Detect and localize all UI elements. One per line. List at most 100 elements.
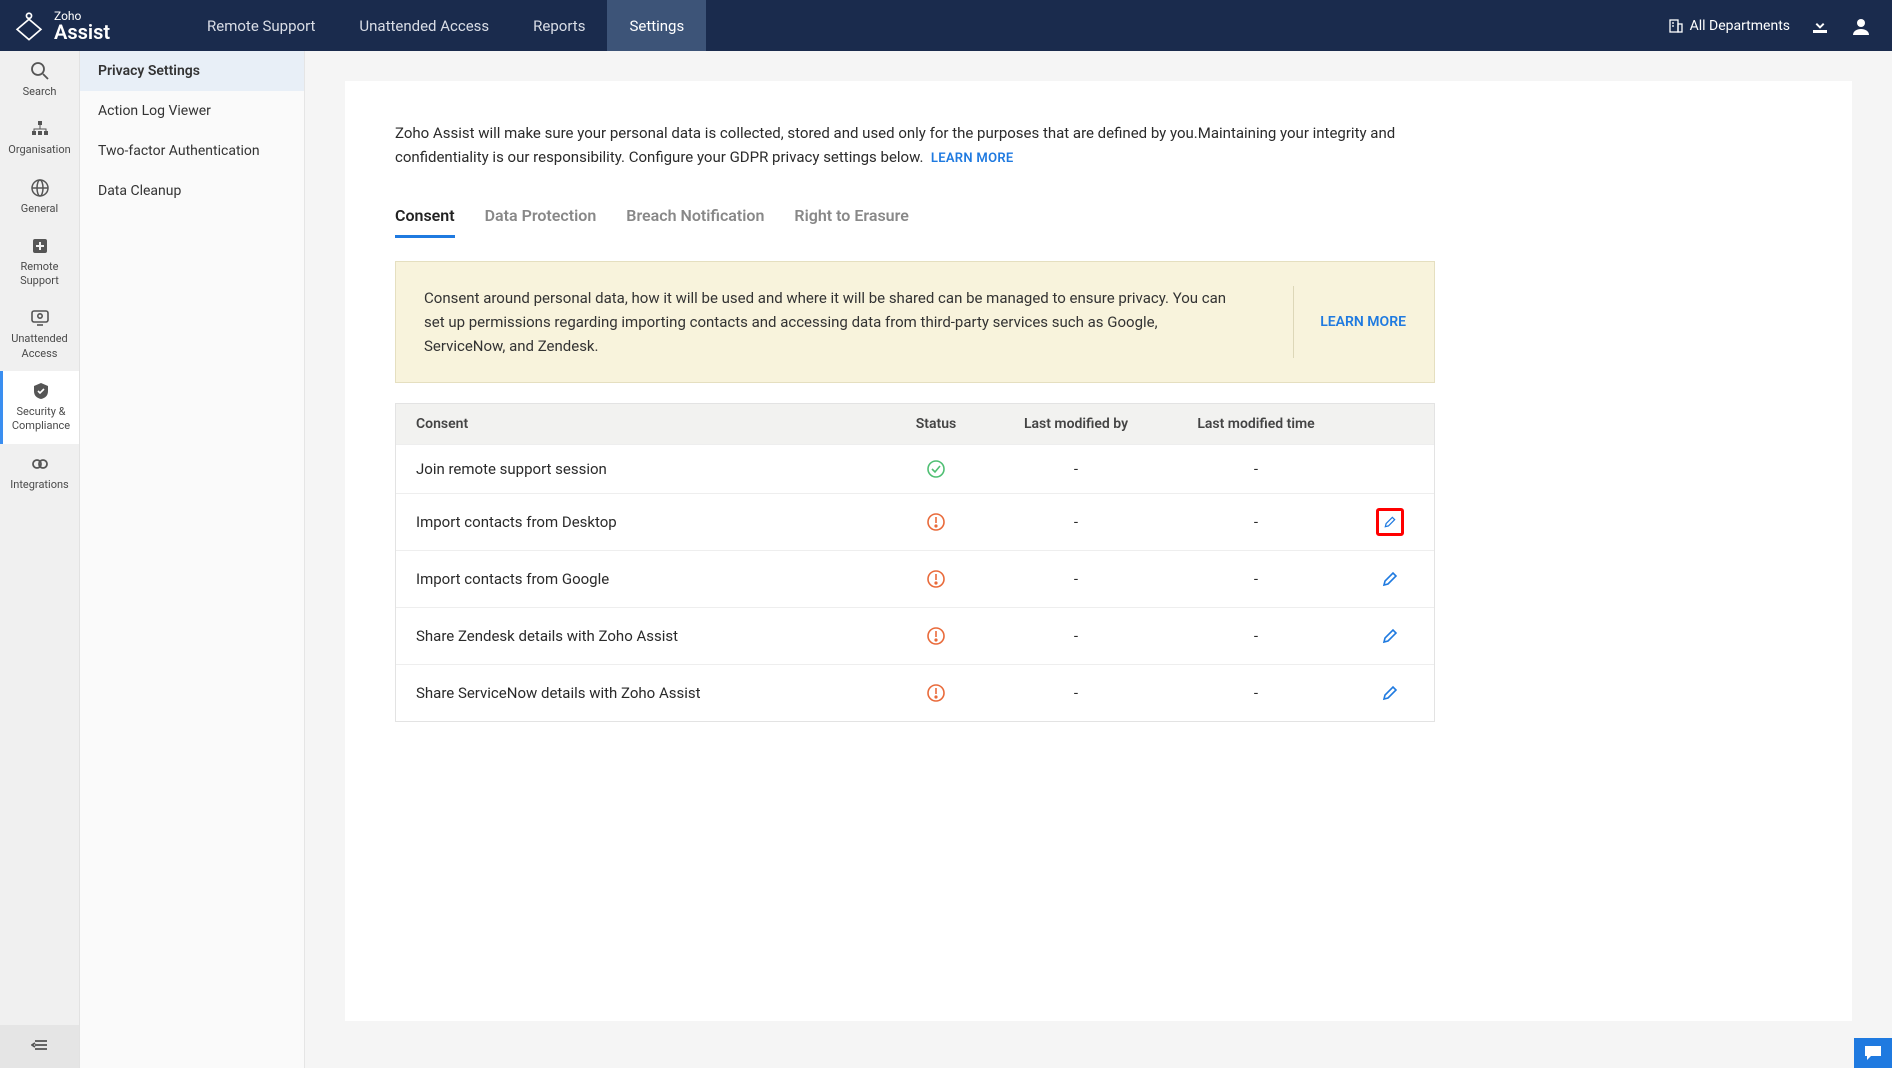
edit-consent-button[interactable] [1376, 565, 1404, 593]
cell-consent: Share Zendesk details with Zoho Assist [416, 627, 886, 645]
cell-status [886, 512, 986, 532]
rail-label: Integrations [10, 478, 68, 491]
rail-general[interactable]: General [0, 168, 79, 226]
rail-search[interactable]: Search [0, 51, 79, 109]
th-modified-by: Last modified by [986, 416, 1166, 432]
alert-circle-icon [926, 683, 946, 703]
cell-modified-time: - [1166, 460, 1346, 478]
cell-consent: Import contacts from Desktop [416, 513, 886, 531]
rail-remote-support[interactable]: Remote Support [0, 226, 79, 299]
pencil-icon [1381, 627, 1399, 645]
brand-line2: Assist [54, 22, 110, 42]
intro-text: Zoho Assist will make sure your personal… [395, 124, 1395, 166]
cell-modified-time: - [1166, 570, 1346, 588]
privacy-tabs: Consent Data Protection Breach Notificat… [395, 206, 1802, 239]
rail-label: Unattended Access [11, 332, 68, 359]
plus-box-icon [30, 236, 50, 256]
pencil-icon [1381, 570, 1399, 588]
sub-action-log-viewer[interactable]: Action Log Viewer [80, 91, 304, 131]
pencil-icon [1381, 684, 1399, 702]
check-circle-icon [926, 459, 946, 479]
intro-learn-more-link[interactable]: LEARN MORE [931, 151, 1014, 166]
banner-learn-more-link[interactable]: LEARN MORE [1320, 314, 1406, 330]
table-row: Share ServiceNow details with Zoho Assis… [396, 664, 1434, 721]
rail-organisation[interactable]: Organisation [0, 109, 79, 167]
cell-modified-by: - [986, 460, 1166, 478]
topnav-unattended-access[interactable]: Unattended Access [337, 0, 511, 51]
edit-consent-button[interactable] [1376, 622, 1404, 650]
consent-info-banner: Consent around personal data, how it wil… [395, 261, 1435, 383]
th-status: Status [886, 416, 986, 432]
topnav-remote-support[interactable]: Remote Support [185, 0, 337, 51]
th-consent: Consent [416, 416, 886, 432]
shield-icon [31, 381, 51, 401]
brand-logo[interactable]: Zoho Assist [0, 9, 185, 43]
banner-text: Consent around personal data, how it wil… [424, 286, 1267, 358]
cell-modified-time: - [1166, 513, 1346, 531]
banner-divider [1293, 286, 1294, 358]
rail-label: Security & Compliance [12, 405, 70, 432]
content-card: Zoho Assist will make sure your personal… [345, 81, 1852, 1021]
download-icon[interactable] [1810, 16, 1830, 36]
edit-consent-button[interactable] [1376, 508, 1404, 536]
user-profile-icon[interactable] [1850, 15, 1872, 37]
building-icon [1668, 18, 1684, 34]
sub-two-factor-auth[interactable]: Two-factor Authentication [80, 131, 304, 171]
table-row: Join remote support session - - [396, 444, 1434, 493]
topnav-reports[interactable]: Reports [511, 0, 607, 51]
cell-status [886, 569, 986, 589]
cell-status [886, 683, 986, 703]
org-icon [30, 119, 50, 139]
main-content: Zoho Assist will make sure your personal… [305, 51, 1892, 1068]
chat-fab[interactable] [1854, 1038, 1892, 1068]
alert-circle-icon [926, 569, 946, 589]
top-nav: Remote Support Unattended Access Reports… [185, 0, 706, 51]
sub-privacy-settings[interactable]: Privacy Settings [80, 51, 304, 91]
intro-paragraph: Zoho Assist will make sure your personal… [395, 121, 1425, 170]
globe-icon [30, 178, 50, 198]
cell-modified-by: - [986, 570, 1166, 588]
topnav-settings[interactable]: Settings [607, 0, 706, 51]
pencil-icon [1383, 513, 1397, 531]
edit-consent-button[interactable] [1376, 679, 1404, 707]
table-row: Import contacts from Desktop - - [396, 493, 1434, 550]
consent-table: Consent Status Last modified by Last mod… [395, 403, 1435, 722]
monitor-icon [30, 308, 50, 328]
cell-modified-by: - [986, 684, 1166, 702]
th-modified-time: Last modified time [1166, 416, 1346, 432]
cell-modified-time: - [1166, 627, 1346, 645]
alert-circle-icon [926, 512, 946, 532]
cell-modified-by: - [986, 627, 1166, 645]
cell-status [886, 626, 986, 646]
left-rail: Search Organisation General Remote Suppo… [0, 51, 80, 1068]
cell-actions [1346, 508, 1414, 536]
rail-label: Remote Support [20, 260, 59, 287]
assist-logo-icon [12, 9, 46, 43]
departments-label: All Departments [1690, 18, 1790, 34]
sub-data-cleanup[interactable]: Data Cleanup [80, 171, 304, 211]
cell-actions [1346, 679, 1414, 707]
tab-consent[interactable]: Consent [395, 206, 455, 238]
sub-sidebar: Privacy Settings Action Log Viewer Two-f… [80, 51, 305, 1068]
cell-consent: Share ServiceNow details with Zoho Assis… [416, 684, 886, 702]
table-row: Share Zendesk details with Zoho Assist -… [396, 607, 1434, 664]
rail-label: Organisation [8, 143, 70, 156]
search-icon [30, 61, 50, 81]
departments-dropdown[interactable]: All Departments [1668, 18, 1790, 34]
cell-actions [1346, 622, 1414, 650]
cell-status [886, 459, 986, 479]
tab-data-protection[interactable]: Data Protection [485, 206, 597, 238]
cell-consent: Join remote support session [416, 460, 886, 478]
tab-breach-notification[interactable]: Breach Notification [626, 206, 764, 238]
chat-icon [1863, 1044, 1883, 1062]
rail-label: Search [23, 85, 57, 98]
rail-collapse-button[interactable] [0, 1025, 79, 1068]
topbar-right: All Departments [1668, 15, 1892, 37]
rail-security-compliance[interactable]: Security & Compliance [0, 371, 79, 444]
cell-actions [1346, 565, 1414, 593]
rail-integrations[interactable]: Integrations [0, 444, 79, 502]
table-row: Import contacts from Google - - [396, 550, 1434, 607]
th-actions [1346, 416, 1414, 432]
rail-unattended-access[interactable]: Unattended Access [0, 298, 79, 371]
tab-right-to-erasure[interactable]: Right to Erasure [794, 206, 908, 238]
